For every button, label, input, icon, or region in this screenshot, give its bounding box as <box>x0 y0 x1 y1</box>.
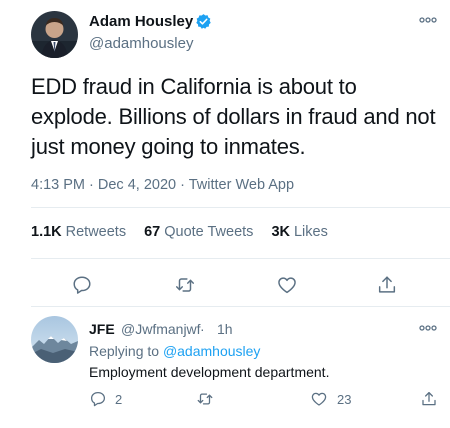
tweet-time[interactable]: 4:13 PM <box>31 177 85 193</box>
reply-author-name[interactable]: JFE <box>89 320 115 338</box>
replying-mention[interactable]: @adamhousley <box>163 343 261 359</box>
like-icon[interactable] <box>310 390 328 408</box>
tweet-meta: 4:13 PM · Dec 4, 2020 · Twitter Web App <box>31 176 294 194</box>
divider <box>31 306 450 307</box>
more-icon[interactable] <box>418 14 438 26</box>
reply-icon[interactable] <box>89 390 107 408</box>
divider <box>31 207 450 208</box>
meta-separator: · <box>89 177 98 193</box>
likes-stat[interactable]: 3K Likes <box>271 224 345 240</box>
like-icon[interactable] <box>276 274 298 296</box>
reply-author-handle[interactable]: @Jwfmanjwf <box>121 320 201 338</box>
reply-author-avatar[interactable] <box>31 316 78 363</box>
quote-tweets-label: Quote Tweets <box>164 224 254 240</box>
retweets-count: 1.1K <box>31 224 62 240</box>
tweet-date[interactable]: Dec 4, 2020 <box>98 177 176 193</box>
retweet-icon[interactable] <box>196 390 214 408</box>
divider <box>31 258 450 259</box>
quote-tweets-count: 67 <box>144 224 161 240</box>
retweet-icon[interactable] <box>174 274 196 296</box>
author-handle[interactable]: @adamhousley <box>89 34 193 53</box>
reply-icon[interactable] <box>71 274 93 296</box>
author-name[interactable]: Adam Housley <box>89 12 193 31</box>
quote-tweets-stat[interactable]: 67 Quote Tweets <box>144 224 271 240</box>
tweet-text: EDD fraud in California is about to expl… <box>31 74 436 159</box>
author-avatar[interactable] <box>31 11 78 58</box>
verified-badge-icon <box>195 13 212 30</box>
share-icon[interactable] <box>420 390 438 408</box>
replying-prefix: Replying to <box>89 343 160 359</box>
tweet-source[interactable]: Twitter Web App <box>189 177 294 193</box>
like-count: 23 <box>337 392 352 407</box>
reply-count: 2 <box>115 392 123 407</box>
share-icon[interactable] <box>376 274 398 296</box>
reply-text: Employment development department. <box>89 364 330 380</box>
retweets-stat[interactable]: 1.1K Retweets <box>31 224 144 240</box>
more-icon[interactable] <box>418 322 438 334</box>
tweet-stats: 1.1K Retweets 67 Quote Tweets 3K Likes <box>31 222 346 242</box>
reply-separator: · <box>200 321 205 337</box>
meta-separator: · <box>180 177 189 193</box>
replying-to: Replying to @adamhousley <box>89 342 260 360</box>
reply-time[interactable]: 1h <box>217 320 233 338</box>
likes-count: 3K <box>271 224 290 240</box>
likes-label: Likes <box>293 224 328 240</box>
retweets-label: Retweets <box>65 224 127 240</box>
